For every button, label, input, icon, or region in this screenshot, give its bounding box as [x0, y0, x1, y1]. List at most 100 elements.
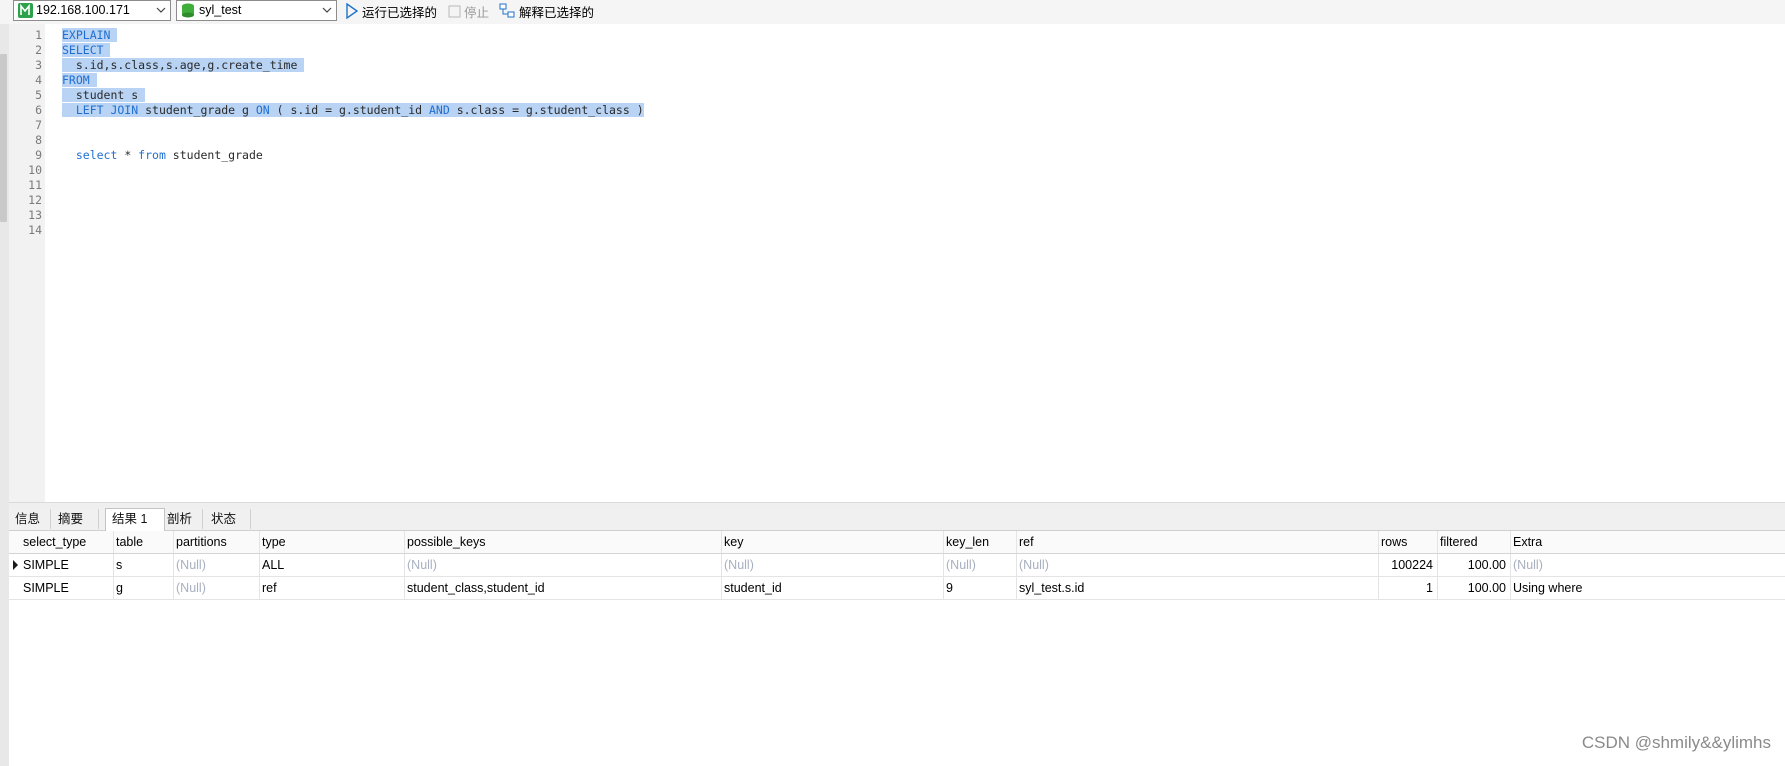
connection-icon [18, 3, 33, 21]
keyword-and: AND [428, 103, 450, 117]
line-number: 4 [35, 73, 42, 87]
line-number-gutter: 1 2 3 4 5 6 7 8 9 10 11 12 13 14 [9, 24, 45, 502]
tab-summary[interactable]: 摘要 [52, 509, 99, 529]
result-tabs: 信息 摘要 结果 1 剖析 状态 [9, 508, 1785, 531]
keyword-on: ON [255, 103, 270, 117]
line-number: 2 [35, 43, 42, 57]
code-line-1: EXPLAIN [62, 28, 118, 43]
column-header[interactable]: possible_keys [405, 531, 722, 553]
keyword-left-join: LEFT JOIN [62, 103, 139, 117]
keyword-select: select [62, 148, 118, 162]
line-number: 10 [28, 163, 42, 177]
tab-info[interactable]: 信息 [9, 509, 51, 529]
table-row[interactable]: SIMPLE g (Null) ref student_class,studen… [9, 577, 1785, 600]
keyword-from: from [138, 148, 166, 162]
database-icon [181, 3, 195, 21]
line-number: 3 [35, 58, 42, 72]
chevron-down-icon [156, 4, 166, 19]
database-select[interactable]: syl_test [176, 0, 337, 21]
toolbar: 192.168.100.171 syl_test 运行已选择的 停止 解释已选择… [0, 0, 1785, 24]
scrollbar-thumb[interactable] [0, 54, 7, 222]
cell-table[interactable]: g [114, 577, 174, 599]
column-header[interactable]: filtered [1438, 531, 1511, 553]
cell-extra[interactable]: Using where [1511, 577, 1785, 599]
column-header[interactable]: ref [1017, 531, 1379, 553]
select-star: * [117, 148, 139, 162]
cell-select-type[interactable]: SIMPLE [21, 554, 114, 576]
explain-selected-button[interactable]: 解释已选择的 [499, 2, 594, 20]
join-table: student_grade g [138, 103, 256, 117]
line-number: 12 [28, 193, 42, 207]
connection-select[interactable]: 192.168.100.171 [13, 0, 171, 21]
cell-type[interactable]: ALL [260, 554, 405, 576]
chevron-down-icon [322, 4, 332, 19]
cell-rows[interactable]: 1 [1379, 577, 1438, 599]
play-icon [346, 3, 359, 19]
column-header[interactable]: table [114, 531, 174, 553]
line-number: 8 [35, 133, 42, 147]
line-number: 13 [28, 208, 42, 222]
sql-editor[interactable]: EXPLAIN SELECT s.id,s.class,s.age,g.crea… [45, 24, 1785, 502]
cell-filtered[interactable]: 100.00 [1438, 554, 1511, 576]
keyword-select: SELECT [62, 43, 104, 57]
from-table: student_grade [165, 148, 263, 162]
cell-rows[interactable]: 100224 [1379, 554, 1438, 576]
cell-partitions[interactable]: (Null) [174, 554, 260, 576]
keyword-explain: EXPLAIN [62, 28, 111, 42]
column-header[interactable]: Extra [1511, 531, 1785, 553]
tab-result-1[interactable]: 结果 1 [105, 508, 165, 531]
line-number: 11 [28, 178, 42, 192]
stop-icon [448, 5, 461, 17]
column-header[interactable]: key [722, 531, 944, 553]
cell-ref[interactable]: (Null) [1017, 554, 1379, 576]
cell-key[interactable]: (Null) [722, 554, 944, 576]
join-condition-2: s.class = g.student_class ) [449, 103, 644, 117]
column-header[interactable]: rows [1379, 531, 1438, 553]
grid-header-row: select_type table partitions type possib… [9, 531, 1785, 554]
code-line-6: LEFT JOIN student_grade g ON ( s.id = g.… [62, 103, 644, 118]
tab-status[interactable]: 状态 [205, 509, 251, 529]
code-line-2: SELECT [62, 43, 111, 58]
column-header[interactable]: type [260, 531, 405, 553]
run-selected-button[interactable]: 运行已选择的 [345, 2, 437, 20]
connection-label: 192.168.100.171 [36, 3, 130, 17]
cell-filtered[interactable]: 100.00 [1438, 577, 1511, 599]
explain-selected-label: 解释已选择的 [519, 5, 595, 20]
line-number: 6 [35, 103, 42, 117]
cell-possible-keys[interactable]: (Null) [405, 554, 722, 576]
stop-button[interactable]: 停止 [448, 2, 489, 20]
cell-select-type[interactable]: SIMPLE [21, 577, 114, 599]
line-number: 7 [35, 118, 42, 132]
stop-label: 停止 [464, 5, 490, 20]
line-number: 5 [35, 88, 42, 102]
cell-table[interactable]: s [114, 554, 174, 576]
line-number: 14 [28, 223, 42, 237]
column-header[interactable]: partitions [174, 531, 260, 553]
keyword-from: FROM [62, 73, 90, 87]
tab-profile[interactable]: 剖析 [161, 509, 203, 529]
cell-partitions[interactable]: (Null) [174, 577, 260, 599]
cell-type[interactable]: ref [260, 577, 405, 599]
table-row[interactable]: SIMPLE s (Null) ALL (Null) (Null) (Null)… [9, 554, 1785, 577]
cell-key[interactable]: student_id [722, 577, 944, 599]
cell-possible-keys[interactable]: student_class,student_id [405, 577, 722, 599]
line-number: 9 [35, 148, 42, 162]
cell-key-len[interactable]: (Null) [944, 554, 1017, 576]
column-header[interactable]: key_len [944, 531, 1017, 553]
code-line-9: select * from student_grade [62, 148, 263, 163]
current-row-indicator-icon [9, 554, 21, 576]
cell-key-len[interactable]: 9 [944, 577, 1017, 599]
from-table: student s [62, 88, 139, 102]
database-label: syl_test [199, 3, 242, 17]
select-columns: s.id,s.class,s.age,g.create_time [62, 58, 298, 72]
watermark: CSDN @shmily&&ylimhs [1581, 733, 1771, 752]
join-condition-1: ( s.id = g.student_id [269, 103, 429, 117]
column-header[interactable]: select_type [21, 531, 114, 553]
cell-ref[interactable]: syl_test.s.id [1017, 577, 1379, 599]
line-number: 1 [35, 28, 42, 42]
run-selected-label: 运行已选择的 [362, 5, 438, 20]
cell-extra[interactable]: (Null) [1511, 554, 1785, 576]
explain-icon [499, 3, 515, 18]
editor-scrollbar[interactable] [0, 24, 9, 766]
code-line-5: student s [62, 88, 146, 103]
